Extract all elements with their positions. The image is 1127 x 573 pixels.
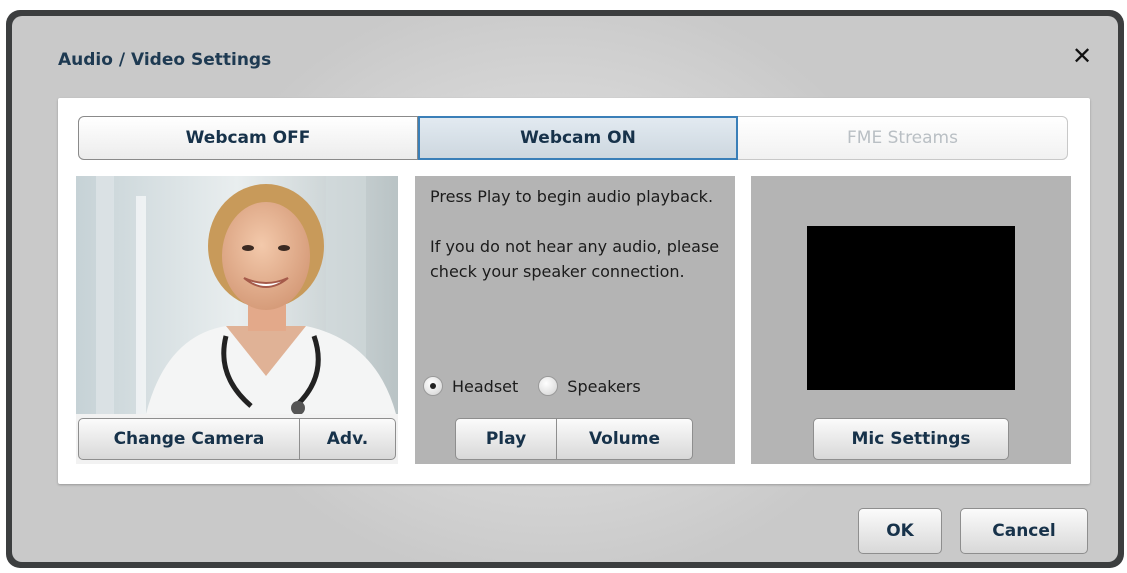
mode-tabbar: Webcam OFF Webcam ON FME Streams <box>78 116 1068 160</box>
radio-headset-label: Headset <box>452 376 519 396</box>
camera-panel: Change Camera Adv. <box>76 176 398 464</box>
dialog-body: Audio / Video Settings ✕ Webcam OFF Webc… <box>12 16 1118 562</box>
audio-instructions: Press Play to begin audio playback. If y… <box>430 184 730 309</box>
mic-panel: Mic Settings <box>751 176 1071 464</box>
radio-speakers[interactable]: Speakers <box>538 376 660 396</box>
camera-preview <box>76 176 398 414</box>
dialog-title: Audio / Video Settings <box>58 50 272 70</box>
ok-button[interactable]: OK <box>858 508 942 554</box>
radio-speakers-indicator[interactable] <box>538 376 559 396</box>
settings-content: Webcam OFF Webcam ON FME Streams Change … <box>58 98 1090 484</box>
audio-instruction-play: Press Play to begin audio playback. <box>430 187 714 206</box>
camera-button-group: Change Camera Adv. <box>78 418 396 460</box>
audio-button-group: Play Volume <box>455 418 693 460</box>
av-settings-dialog: Audio / Video Settings ✕ Webcam OFF Webc… <box>6 10 1124 568</box>
tab-fme-streams: FME Streams <box>738 116 1068 160</box>
play-button[interactable]: Play <box>455 418 557 460</box>
radio-headset-indicator[interactable] <box>423 376 443 396</box>
mic-settings-button[interactable]: Mic Settings <box>813 418 1009 460</box>
advanced-camera-button[interactable]: Adv. <box>300 418 396 460</box>
output-radio-group: Headset Speakers <box>423 376 661 396</box>
change-camera-button[interactable]: Change Camera <box>78 418 300 460</box>
volume-button[interactable]: Volume <box>557 418 693 460</box>
cancel-button[interactable]: Cancel <box>960 508 1088 554</box>
tab-webcam-on[interactable]: Webcam ON <box>418 116 738 160</box>
audio-instruction-check: If you do not hear any audio, please che… <box>430 237 720 281</box>
tab-webcam-off[interactable]: Webcam OFF <box>78 116 418 160</box>
close-icon[interactable]: ✕ <box>1068 42 1096 70</box>
camera-preview-image <box>76 176 398 414</box>
audio-panel: Press Play to begin audio playback. If y… <box>415 176 735 464</box>
radio-headset[interactable]: Headset <box>423 376 538 396</box>
radio-speakers-label: Speakers <box>567 376 641 396</box>
mic-level-display <box>807 226 1015 390</box>
